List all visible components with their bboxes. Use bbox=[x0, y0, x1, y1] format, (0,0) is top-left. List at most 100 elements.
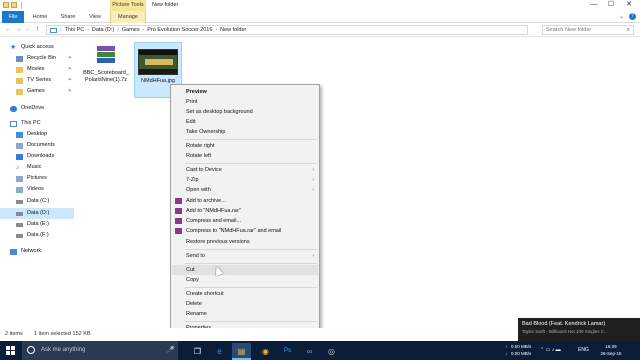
chrome-icon[interactable]: ◉ bbox=[256, 343, 275, 360]
sidebar-item-network[interactable]: Network bbox=[0, 246, 74, 257]
picture-tools-tab: Picture Tools bbox=[110, 0, 146, 11]
properties-icon[interactable] bbox=[11, 2, 17, 8]
sidebar-item-music[interactable]: ♪ Music bbox=[0, 162, 74, 173]
file-explorer-icon[interactable]: ▤ bbox=[232, 343, 251, 360]
breadcrumb-this-pc[interactable]: This PC bbox=[65, 27, 85, 33]
clock[interactable]: 16:29 26-Sep-15 bbox=[596, 343, 626, 360]
menu-item-send-to[interactable]: Send to › bbox=[172, 251, 318, 261]
sidebar-item-tv-series[interactable]: TV Series ✦ bbox=[0, 75, 74, 86]
sidebar-item-downloads[interactable]: Downloads bbox=[0, 151, 74, 162]
search-icon[interactable]: ⌕ bbox=[627, 26, 630, 34]
network-icon bbox=[10, 248, 17, 255]
microphone-icon[interactable]: 🎤 bbox=[166, 341, 175, 360]
sidebar-item-recycle-bin[interactable]: Recycle Bin ✦ bbox=[0, 53, 74, 64]
menu-item-7zip[interactable]: 7-Zip › bbox=[172, 175, 318, 185]
submenu-arrow-icon: › bbox=[312, 187, 314, 193]
sidebar-item-videos[interactable]: Videos bbox=[0, 184, 74, 195]
breadcrumb-new-folder[interactable]: New folder bbox=[220, 27, 246, 33]
download-speed: 0.00 MB/s bbox=[511, 351, 532, 356]
sidebar-item-label: Data (C:) bbox=[27, 198, 50, 204]
sidebar-item-label: Documents bbox=[27, 142, 55, 148]
sidebar-item-movies[interactable]: Movies ✦ bbox=[0, 64, 74, 75]
task-view-icon[interactable]: ❐ bbox=[188, 343, 207, 360]
notification-title: Bad Blood (Feat. Kendrick Lamar) bbox=[522, 321, 606, 327]
menu-item-create-shortcut[interactable]: Create shortcut bbox=[172, 289, 318, 299]
maximize-button[interactable]: ☐ bbox=[603, 0, 619, 11]
windows-start-icon[interactable] bbox=[6, 346, 15, 355]
menu-item-cut[interactable]: Cut bbox=[172, 265, 318, 275]
sidebar-item-quick-access[interactable]: ★ Quick access bbox=[0, 42, 74, 53]
sidebar-item-onedrive[interactable]: OneDrive bbox=[0, 103, 74, 114]
minimize-button[interactable]: — bbox=[586, 0, 602, 11]
menu-item-compress-email[interactable]: Compress and email... bbox=[172, 216, 318, 226]
sidebar-item-this-pc[interactable]: This PC bbox=[0, 118, 74, 129]
tab-home[interactable]: Home bbox=[28, 11, 52, 23]
forward-button[interactable]: → bbox=[14, 25, 23, 34]
recent-locations-button[interactable]: ⌄ bbox=[23, 25, 32, 34]
network-speed-arrows: ↑ ↓ bbox=[505, 343, 507, 360]
system-tray-icons[interactable]: ⌃ ▭ ♪ ▬ bbox=[540, 347, 561, 360]
menu-item-set-desktop-background[interactable]: Set as desktop background bbox=[172, 107, 318, 117]
file-item-7z[interactable]: BBC_Scoreboard_ PolarisNine(1).7z bbox=[82, 40, 130, 106]
sidebar-item-desktop[interactable]: Desktop bbox=[0, 129, 74, 140]
pin-icon[interactable]: ✦ bbox=[68, 64, 72, 75]
menu-item-delete[interactable]: Delete bbox=[172, 299, 318, 309]
drive-icon bbox=[16, 222, 23, 227]
breadcrumb-separator: › bbox=[60, 27, 62, 33]
quick-access-toolbar bbox=[3, 2, 22, 9]
sidebar-item-data-f[interactable]: Data (F:) bbox=[0, 230, 74, 241]
sidebar-item-data-c[interactable]: Data (C:) bbox=[0, 196, 74, 207]
tab-share[interactable]: Share bbox=[56, 11, 80, 23]
breadcrumb-data-d[interactable]: Data (D:) bbox=[92, 27, 114, 33]
sidebar-item-label: OneDrive bbox=[21, 105, 45, 111]
help-icon[interactable]: ? bbox=[629, 13, 636, 20]
visual-studio-icon[interactable]: ∞ bbox=[300, 343, 319, 360]
menu-item-add-to-rar[interactable]: Add to "NMdHFua.rar" bbox=[172, 206, 318, 216]
menu-item-add-to-archive[interactable]: Add to archive... bbox=[172, 196, 318, 206]
tab-manage[interactable]: Manage bbox=[110, 11, 146, 23]
tab-file[interactable]: File bbox=[2, 11, 24, 23]
breadcrumb-separator: › bbox=[117, 27, 119, 33]
breadcrumb-games[interactable]: Games bbox=[122, 27, 140, 33]
sidebar-item-games[interactable]: Games ✦ bbox=[0, 86, 74, 97]
sidebar-item-documents[interactable]: Documents bbox=[0, 140, 74, 151]
back-button[interactable]: ← bbox=[4, 25, 13, 34]
sidebar-item-label: Quick access bbox=[21, 44, 54, 50]
expand-ribbon-icon[interactable]: ⌄ bbox=[619, 13, 624, 20]
photoshop-icon[interactable]: Ps bbox=[278, 343, 297, 360]
close-button[interactable]: ✕ bbox=[621, 0, 637, 11]
sidebar-item-pictures[interactable]: Pictures bbox=[0, 173, 74, 184]
menu-item-rotate-right[interactable]: Rotate right bbox=[172, 141, 318, 151]
menu-item-print[interactable]: Print bbox=[172, 97, 318, 107]
search-input[interactable]: Search New folder ⌕ bbox=[542, 25, 634, 35]
menu-item-edit[interactable]: Edit bbox=[172, 117, 318, 127]
folder-icon[interactable] bbox=[3, 2, 9, 8]
menu-item-take-ownership[interactable]: Take Ownership bbox=[172, 127, 318, 137]
tab-view[interactable]: View bbox=[84, 11, 106, 23]
sidebar-item-data-e[interactable]: Data (E:) bbox=[0, 219, 74, 230]
menu-item-rename[interactable]: Rename bbox=[172, 309, 318, 319]
menu-item-open-with[interactable]: Open with › bbox=[172, 185, 318, 195]
pin-icon[interactable]: ✦ bbox=[68, 86, 72, 97]
menu-item-label: Compress to "NMdHFua.rar" and email bbox=[186, 228, 282, 234]
sidebar-item-data-d[interactable]: Data (D:) bbox=[0, 208, 74, 219]
menu-item-compress-rar-email[interactable]: Compress to "NMdHFua.rar" and email bbox=[172, 226, 318, 236]
media-notification[interactable]: Bad Blood (Feat. Kendrick Lamar) Taylor … bbox=[518, 318, 640, 341]
pin-icon[interactable]: ✦ bbox=[68, 53, 72, 64]
menu-item-copy[interactable]: Copy bbox=[172, 275, 318, 285]
cortana-search-box[interactable]: Ask me anything 🎤 bbox=[22, 341, 178, 360]
menu-item-label: Compress and email... bbox=[186, 218, 242, 224]
menu-item-restore-versions[interactable]: Restore previous versions bbox=[172, 237, 318, 247]
menu-item-cast-to-device[interactable]: Cast to Device › bbox=[172, 165, 318, 175]
menu-item-rotate-left[interactable]: Rotate left bbox=[172, 151, 318, 161]
pin-icon[interactable]: ✦ bbox=[68, 75, 72, 86]
menu-item-preview[interactable]: Preview bbox=[172, 87, 318, 97]
language-indicator[interactable]: ENG bbox=[578, 347, 589, 360]
steam-icon[interactable]: ◎ bbox=[322, 343, 341, 360]
menu-item-label: Add to "NMdHFua.rar" bbox=[186, 208, 241, 214]
up-button[interactable]: ↑ bbox=[33, 25, 42, 34]
breadcrumb-pes-2016[interactable]: Pro Evolution Soccer 2016 bbox=[147, 27, 212, 33]
edge-icon[interactable]: e bbox=[210, 343, 229, 360]
drive-icon bbox=[16, 233, 23, 238]
address-bar[interactable]: › This PC › Data (D:) › Games › Pro Evol… bbox=[46, 25, 528, 35]
